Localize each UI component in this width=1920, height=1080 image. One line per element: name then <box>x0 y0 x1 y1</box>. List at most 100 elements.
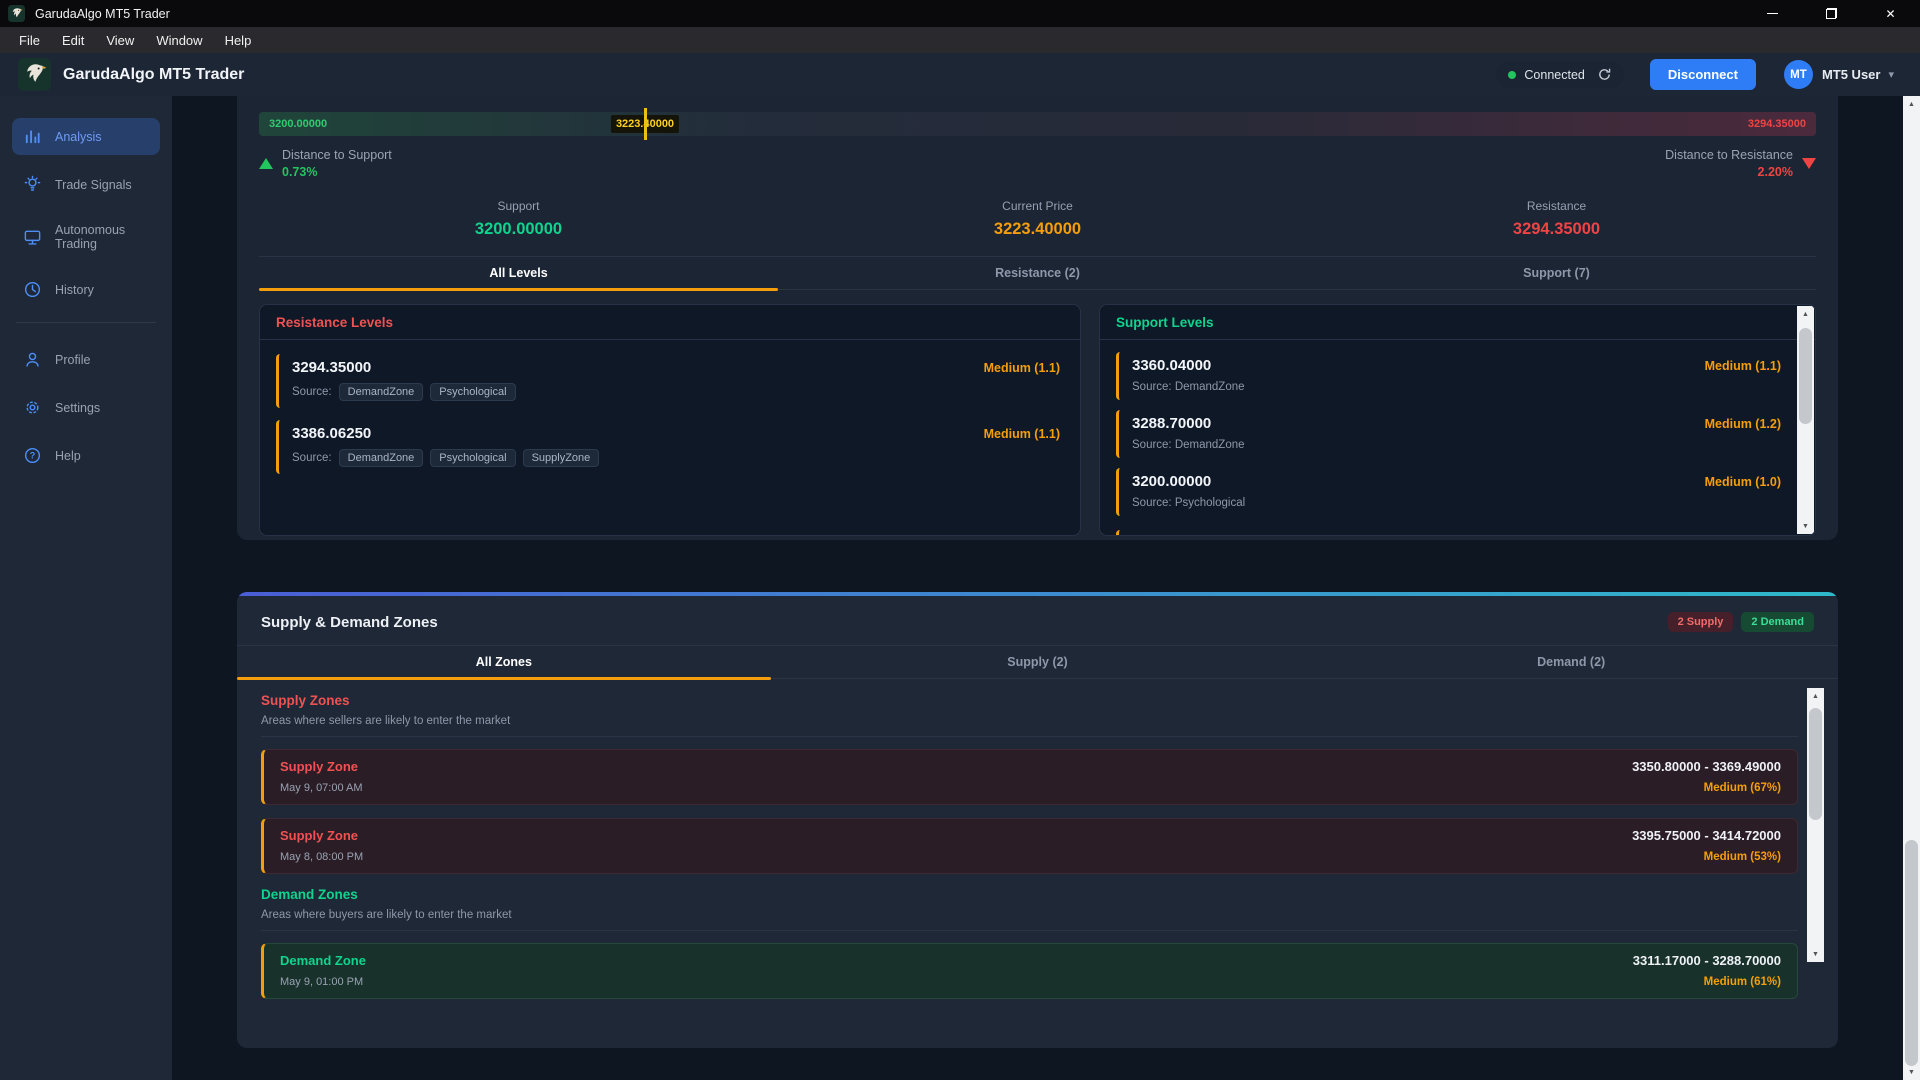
user-name[interactable]: MT5 User <box>1822 67 1881 82</box>
support-level-list: 3360.04000 Medium (1.1) Source: DemandZo… <box>1100 340 1815 536</box>
zone-badges: 2 Supply 2 Demand <box>1668 612 1814 632</box>
summary-resistance: Resistance 3294.35000 <box>1297 199 1816 239</box>
sidebar-item-autonomous-trading[interactable]: Autonomous Trading <box>12 214 160 260</box>
disconnect-button[interactable]: Disconnect <box>1650 59 1756 90</box>
distance-row: Distance to Support 0.73% Distance to Re… <box>259 148 1816 179</box>
supply-demand-zones-card: Supply & Demand Zones 2 Supply 2 Demand … <box>237 592 1838 1048</box>
menu-help[interactable]: Help <box>214 27 263 53</box>
page-scrollbar[interactable]: ▲ ▼ <box>1903 96 1920 1080</box>
scroll-up-icon[interactable]: ▲ <box>1807 688 1824 704</box>
supply-zone-item: Supply Zone May 8, 08:00 PM 3395.75000 -… <box>261 818 1798 874</box>
zone-strength: Medium (67%) <box>1632 782 1781 794</box>
user-avatar[interactable]: MT <box>1784 60 1813 89</box>
level-strength: Medium (1.1) <box>1705 359 1781 373</box>
tab-supply[interactable]: Supply (2) <box>771 646 1305 678</box>
refresh-icon[interactable] <box>1597 67 1612 82</box>
level-source: Source: DemandZone <box>1132 381 1245 393</box>
level-strength: Medium (1.1) <box>984 361 1060 375</box>
zones-list: Supply Zones Areas where sellers are lik… <box>237 679 1838 999</box>
zone-name: Supply Zone <box>280 759 363 774</box>
zones-header: Supply & Demand Zones 2 Supply 2 Demand <box>237 596 1838 645</box>
close-button[interactable]: ✕ <box>1861 0 1920 27</box>
support-level-item: 3200.00000 Medium (1.0) Source: Psycholo… <box>1116 468 1785 516</box>
sidebar-item-label: Help <box>55 449 81 463</box>
tab-resistance[interactable]: Resistance (2) <box>778 257 1297 289</box>
scroll-down-icon[interactable]: ▼ <box>1903 1064 1920 1080</box>
source-badge: DemandZone <box>339 449 424 467</box>
chevron-down-icon[interactable]: ▾ <box>1888 68 1894 81</box>
minimize-button[interactable] <box>1743 0 1802 27</box>
source-badge: SupplyZone <box>523 449 600 467</box>
sidebar-item-label: Analysis <box>55 130 102 144</box>
menu-file[interactable]: File <box>8 27 51 53</box>
minimize-icon <box>1767 13 1778 14</box>
level-panels: Resistance Levels 3294.35000 Medium (1.1… <box>259 304 1816 536</box>
sidebar-item-history[interactable]: History <box>12 271 160 308</box>
support-panel-scrollbar[interactable]: ▲ ▼ <box>1797 306 1814 534</box>
menu-view[interactable]: View <box>95 27 145 53</box>
source-label: Source: <box>292 386 332 398</box>
restore-icon <box>1826 8 1837 19</box>
sidebar-item-profile[interactable]: Profile <box>12 341 160 378</box>
triangle-down-icon <box>1802 158 1816 169</box>
zone-name: Demand Zone <box>280 953 366 968</box>
source-badge: Psychological <box>430 383 515 401</box>
sidebar-item-settings[interactable]: Settings <box>12 389 160 426</box>
level-price: 3360.04000 <box>1132 357 1211 374</box>
window-controls: ✕ <box>1743 0 1920 27</box>
zone-time: May 9, 01:00 PM <box>280 976 366 988</box>
resistance-level-item: 3386.06250 Medium (1.1) Source: DemandZo… <box>276 420 1064 474</box>
zone-range: 3395.75000 - 3414.72000 <box>1632 828 1781 843</box>
resistance-value: 3294.35000 <box>1297 220 1816 239</box>
tab-support[interactable]: Support (7) <box>1297 257 1816 289</box>
scrollbar-thumb[interactable] <box>1799 328 1812 424</box>
menu-window[interactable]: Window <box>145 27 213 53</box>
distance-support-value: 0.73% <box>282 165 392 179</box>
triangle-up-icon <box>259 158 273 169</box>
scroll-up-icon[interactable]: ▲ <box>1797 306 1814 322</box>
app-icon <box>8 5 25 22</box>
scroll-down-icon[interactable]: ▼ <box>1797 518 1814 534</box>
sidebar-divider <box>16 322 156 323</box>
distance-support-label: Distance to Support <box>282 148 392 162</box>
sidebar-item-label: History <box>55 283 94 297</box>
scrollbar-thumb[interactable] <box>1809 708 1822 820</box>
sidebar-item-label: Autonomous Trading <box>55 223 149 251</box>
sidebar-item-trade-signals[interactable]: Trade Signals <box>12 166 160 203</box>
levels-tabs: All Levels Resistance (2) Support (7) <box>259 256 1816 290</box>
restore-button[interactable] <box>1802 0 1861 27</box>
tab-all-zones[interactable]: All Zones <box>237 646 771 678</box>
menubar: File Edit View Window Help <box>0 27 1920 53</box>
current-price-value: 3223.40000 <box>778 220 1297 239</box>
scroll-down-icon[interactable]: ▼ <box>1807 946 1824 962</box>
sidebar: Analysis Trade Signals Autonomous Tradin… <box>0 96 172 1080</box>
sidebar-item-analysis[interactable]: Analysis <box>12 118 160 155</box>
monitor-icon <box>23 228 42 247</box>
connected-dot-icon <box>1508 71 1516 79</box>
demand-zone-item: Demand Zone May 9, 01:00 PM 3311.17000 -… <box>261 943 1798 999</box>
zone-time: May 8, 08:00 PM <box>280 851 363 863</box>
zone-strength: Medium (61%) <box>1633 976 1781 988</box>
demand-count-badge: 2 Demand <box>1741 612 1814 632</box>
support-resistance-card: 3200.00000 3223.40000 3294.35000 Distanc… <box>237 96 1838 540</box>
tab-all-levels[interactable]: All Levels <box>259 257 778 289</box>
support-level-item: 3288.70000 Medium (1.2) Source: DemandZo… <box>1116 410 1785 458</box>
distance-resistance-value: 2.20% <box>1665 165 1793 179</box>
zone-range: 3350.80000 - 3369.49000 <box>1632 759 1781 774</box>
support-levels-panel: Support Levels 3360.04000 Medium (1.1) S… <box>1099 304 1816 536</box>
menu-edit[interactable]: Edit <box>51 27 95 53</box>
sidebar-item-help[interactable]: ? Help <box>12 437 160 474</box>
svg-text:?: ? <box>30 451 36 461</box>
zones-scrollbar[interactable]: ▲ ▼ <box>1807 688 1824 962</box>
level-source: Source: Psychological <box>1132 497 1245 509</box>
supply-zones-title: Supply Zones <box>261 693 1798 708</box>
demand-zones-title: Demand Zones <box>261 887 1798 902</box>
divider <box>261 736 1798 737</box>
supply-count-badge: 2 Supply <box>1668 612 1734 632</box>
tab-demand[interactable]: Demand (2) <box>1304 646 1838 678</box>
level-price: 3294.35000 <box>292 359 371 376</box>
scroll-up-icon[interactable]: ▲ <box>1903 96 1920 112</box>
sidebar-item-label: Profile <box>55 353 90 367</box>
app-header: GarudaAlgo MT5 Trader Connected Disconne… <box>0 53 1920 96</box>
scrollbar-thumb[interactable] <box>1905 840 1918 1066</box>
